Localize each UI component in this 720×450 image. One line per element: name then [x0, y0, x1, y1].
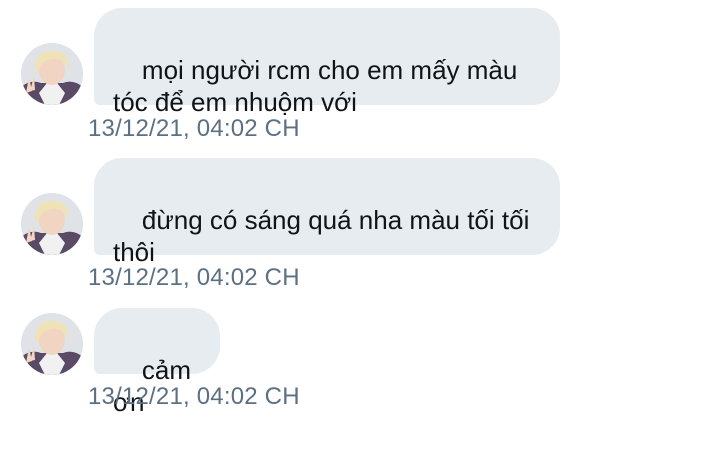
avatar[interactable] — [21, 43, 83, 105]
message-bubble[interactable]: mọi người rcm cho em mấy màu tóc để em n… — [94, 8, 560, 117]
message-text: đừng có sáng quá nha màu tối tối thôi — [113, 205, 530, 267]
user-avatar-icon — [21, 313, 83, 375]
message-bubble[interactable]: đừng có sáng quá nha màu tối tối thôi — [94, 158, 560, 267]
message-bubble[interactable]: cảm ơn — [94, 308, 220, 417]
user-avatar-icon — [21, 43, 83, 105]
avatar[interactable] — [21, 193, 83, 255]
message-timestamp: 13/12/21, 04:02 CH — [88, 264, 300, 291]
user-avatar-icon — [21, 193, 83, 255]
avatar[interactable] — [21, 313, 83, 375]
message-timestamp: 13/12/21, 04:02 CH — [88, 383, 300, 410]
message-text: mọi người rcm cho em mấy màu tóc để em n… — [113, 55, 518, 117]
message-timestamp: 13/12/21, 04:02 CH — [88, 115, 300, 142]
